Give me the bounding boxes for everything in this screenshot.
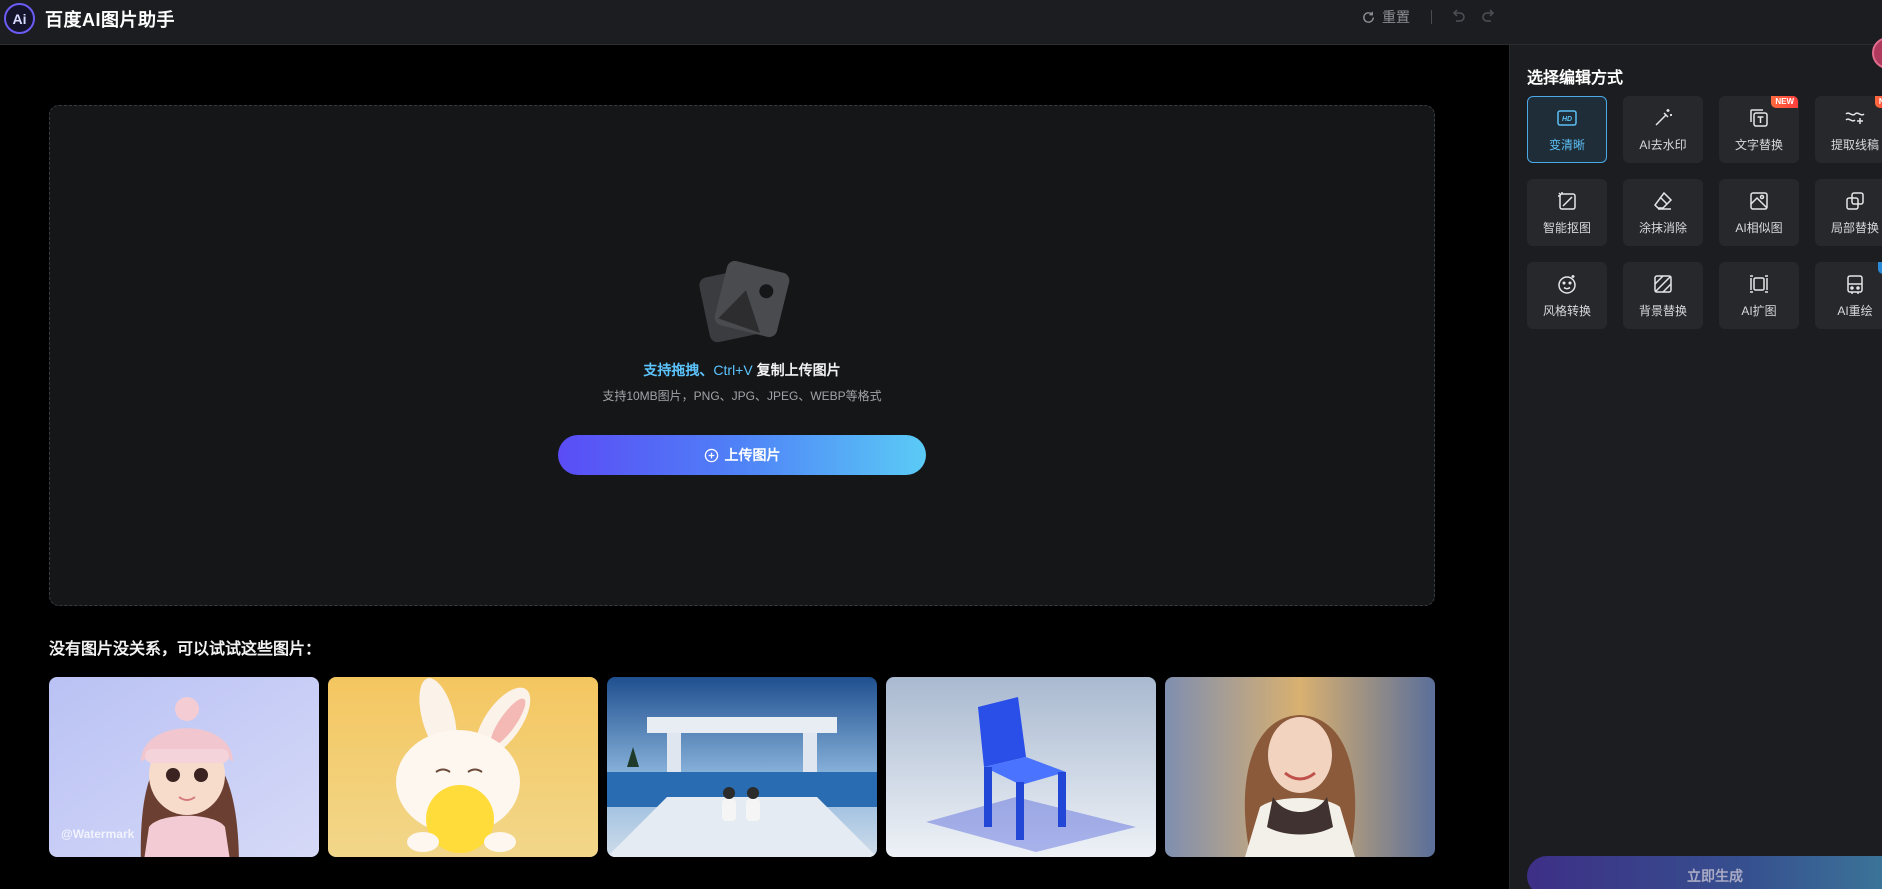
tool-expand[interactable]: AI扩图 xyxy=(1719,262,1799,329)
hd-icon: HD xyxy=(1557,110,1577,126)
drop-hint-rest: 复制上传图片 xyxy=(752,362,841,378)
tool-similar-image[interactable]: AI相似图 xyxy=(1719,179,1799,246)
watermark-text: @Watermark xyxy=(61,827,135,841)
redo-icon[interactable] xyxy=(1481,8,1497,24)
svg-text:HD: HD xyxy=(1562,116,1572,123)
expand-icon xyxy=(1750,275,1768,293)
generate-label: 立即生成 xyxy=(1687,868,1743,884)
format-hint: 支持10MB图片，PNG、JPG、JPEG、WEBP等格式 xyxy=(602,389,882,403)
sample-image-girl-hat[interactable]: @Watermark xyxy=(49,677,319,857)
sample-image-bunny[interactable] xyxy=(328,677,598,857)
tool-enhance[interactable]: HD 变清晰 xyxy=(1527,96,1607,163)
eraser-icon xyxy=(1654,191,1673,210)
tool-label: 风格转换 xyxy=(1542,304,1591,318)
cutout-icon xyxy=(1558,192,1576,210)
generate-button[interactable]: 立即生成 xyxy=(1527,856,1882,889)
sample-image-pool-couple-thumbnail xyxy=(607,677,877,857)
tool-remove-watermark[interactable]: AI去水印 xyxy=(1623,96,1703,163)
reset-label: 重置 xyxy=(1382,9,1410,25)
panel-title: 选择编辑方式 xyxy=(1527,70,1624,87)
tool-label: AI去水印 xyxy=(1639,138,1687,152)
tool-grid: HD 变清晰 AI去水印 NEW 文字替换 NE 提取线稿 智能抠图 涂抹消除 … xyxy=(1527,96,1882,329)
top-bar: Ai 百度AI图片助手 重置 xyxy=(0,0,1882,45)
tool-extract-line-art[interactable]: NE 提取线稿 xyxy=(1815,96,1882,163)
tool-redraw[interactable]: Pr AI重绘 xyxy=(1815,262,1882,329)
tool-label: 涂抹消除 xyxy=(1638,221,1687,235)
sample-image-woman-scarf[interactable] xyxy=(1165,677,1435,857)
tool-label: AI重绘 xyxy=(1837,304,1873,318)
upload-button[interactable]: 上传图片 xyxy=(558,435,926,475)
reset-button[interactable]: 重置 xyxy=(1361,7,1410,27)
tool-label: 智能抠图 xyxy=(1542,221,1591,235)
app-title: 百度AI图片助手 xyxy=(45,10,175,30)
edit-mode-panel: 选择编辑方式 HD 变清晰 AI去水印 NEW 文字替换 NE 提取线稿 智能抠… xyxy=(1509,45,1882,889)
undo-icon[interactable] xyxy=(1450,8,1466,24)
tool-background-replace[interactable]: 背景替换 xyxy=(1623,262,1703,329)
header-divider xyxy=(1431,10,1432,24)
main-area: 支持拖拽、Ctrl+V 复制上传图片 支持10MB图片，PNG、JPG、JPEG… xyxy=(0,45,1509,889)
partial-replace-icon xyxy=(1846,192,1864,210)
line-art-icon xyxy=(1845,112,1865,124)
sample-image-woman-scarf-thumbnail xyxy=(1165,677,1435,857)
samples-title: 没有图片没关系，可以试试这些图片： xyxy=(49,641,322,658)
tool-label: 局部替换 xyxy=(1830,221,1879,235)
sample-image-bunny-thumbnail xyxy=(328,677,598,857)
logo-text: Ai xyxy=(12,10,27,27)
magic-wand-icon xyxy=(1655,109,1672,126)
new-badge: NE xyxy=(1874,96,1882,108)
tool-label: 提取线稿 xyxy=(1830,138,1879,152)
drop-hint-highlight: 支持拖拽、 xyxy=(643,362,714,378)
background-icon xyxy=(1654,275,1672,293)
plus-circle-icon xyxy=(704,448,718,462)
sample-image-blue-chair[interactable] xyxy=(886,677,1156,857)
sample-image-pool-couple[interactable] xyxy=(607,677,877,857)
upload-dropzone[interactable]: 支持拖拽、Ctrl+V 复制上传图片 支持10MB图片，PNG、JPG、JPEG… xyxy=(49,105,1435,606)
tool-label: 背景替换 xyxy=(1638,304,1687,318)
pro-badge: Pr xyxy=(1877,262,1882,274)
tool-style-transfer[interactable]: 风格转换 xyxy=(1527,262,1607,329)
tool-partial-replace[interactable]: 局部替换 xyxy=(1815,179,1882,246)
text-replace-icon xyxy=(1750,109,1768,127)
reset-icon xyxy=(1363,11,1374,23)
sample-image-blue-chair-thumbnail xyxy=(886,677,1156,857)
tool-label: 变清晰 xyxy=(1548,138,1585,152)
tool-text-replace[interactable]: NEW 文字替换 xyxy=(1719,96,1799,163)
tool-smart-cutout[interactable]: 智能抠图 xyxy=(1527,179,1607,246)
app-logo: Ai xyxy=(4,3,35,34)
tool-label: 文字替换 xyxy=(1734,138,1783,152)
style-icon xyxy=(1558,275,1576,294)
drop-hint: 支持拖拽、Ctrl+V 复制上传图片 xyxy=(50,360,1434,380)
tool-label: AI扩图 xyxy=(1741,304,1777,318)
new-badge: NEW xyxy=(1771,96,1798,108)
tool-smear-erase[interactable]: 涂抹消除 xyxy=(1623,179,1703,246)
sample-images: @Watermark xyxy=(49,677,1435,857)
similar-image-icon xyxy=(1750,192,1768,210)
drop-hint-shortcut: Ctrl+V xyxy=(713,362,753,378)
image-placeholder-icon xyxy=(699,260,790,343)
redraw-icon xyxy=(1847,275,1863,294)
upload-label: 上传图片 xyxy=(724,447,781,463)
tool-label: AI相似图 xyxy=(1735,221,1783,235)
